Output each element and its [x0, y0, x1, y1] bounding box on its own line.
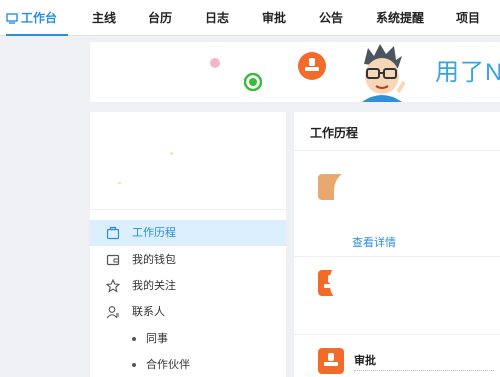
divider — [294, 150, 500, 151]
redacted-area — [330, 262, 500, 302]
check-circle-icon — [244, 73, 262, 91]
profile-blur — [170, 152, 173, 155]
tab-notice[interactable]: 公告 — [319, 0, 343, 36]
sidebar-item-label: 联系人 — [132, 306, 165, 318]
profile-blur-2 — [118, 182, 121, 184]
tab-workbench-label: 工作台 — [21, 11, 58, 25]
redacted-area — [334, 170, 500, 230]
approval-subtitle — [354, 370, 494, 376]
sidebar-item-label: 我的钱包 — [132, 254, 176, 266]
tab-reminder[interactable]: 系统提醒 — [376, 0, 424, 36]
top-nav: 工作台 主线 台历 日志 审批 公告 系统提醒 项目 — [0, 0, 500, 36]
monitor-icon — [6, 13, 18, 25]
sidebar-subitem-colleagues[interactable]: 同事 — [90, 326, 286, 352]
tab-mainline[interactable]: 主线 — [92, 0, 116, 36]
decor-dot — [210, 58, 220, 68]
divider — [294, 256, 500, 257]
sidebar-item-contacts[interactable]: 联系人 — [90, 299, 286, 325]
divider — [294, 334, 500, 335]
banner-slogan: 用了N — [435, 59, 500, 86]
sidebar-subitem-label: 同事 — [146, 333, 168, 345]
sidebar-subitem-partners[interactable]: 合作伙伴 — [90, 352, 286, 377]
bullet-icon — [132, 363, 136, 367]
panel-title: 工作历程 — [310, 126, 359, 140]
approval-icon — [318, 348, 344, 374]
view-details-link[interactable]: 查看详情 — [352, 234, 396, 250]
stamp-icon — [298, 52, 326, 80]
sidebar-item-follow[interactable]: 我的关注 — [90, 273, 286, 299]
promo-banner[interactable]: 用了N — [90, 42, 500, 102]
mascot-avatar — [362, 44, 406, 102]
briefcase-icon — [106, 226, 120, 240]
tab-log[interactable]: 日志 — [205, 0, 229, 36]
sidebar-item-label: 工作历程 — [132, 227, 176, 239]
stamp-icon — [324, 353, 338, 366]
sidebar-item-wallet[interactable]: 我的钱包 — [90, 247, 286, 273]
approval-title: 审批 — [354, 355, 376, 367]
tab-approval[interactable]: 审批 — [262, 0, 286, 36]
profile-card — [90, 112, 286, 210]
bullet-icon — [132, 337, 136, 341]
work-history-panel: 工作历程 查看详情 审批 — [294, 112, 500, 377]
sidebar-item-label: 我的关注 — [132, 280, 176, 292]
wallet-icon — [106, 254, 120, 266]
tab-calendar[interactable]: 台历 — [148, 0, 172, 36]
tab-project[interactable]: 项目 — [456, 0, 480, 36]
left-panel: 工作历程 我的钱包 我的关注 联系人 同事 合作伙伴 — [90, 112, 286, 377]
sidebar-subitem-label: 合作伙伴 — [146, 359, 190, 371]
tab-workbench[interactable]: 工作台 — [6, 0, 68, 36]
sidebar-item-work-history[interactable]: 工作历程 — [90, 220, 286, 246]
contacts-icon — [106, 306, 119, 319]
star-icon — [106, 279, 120, 293]
